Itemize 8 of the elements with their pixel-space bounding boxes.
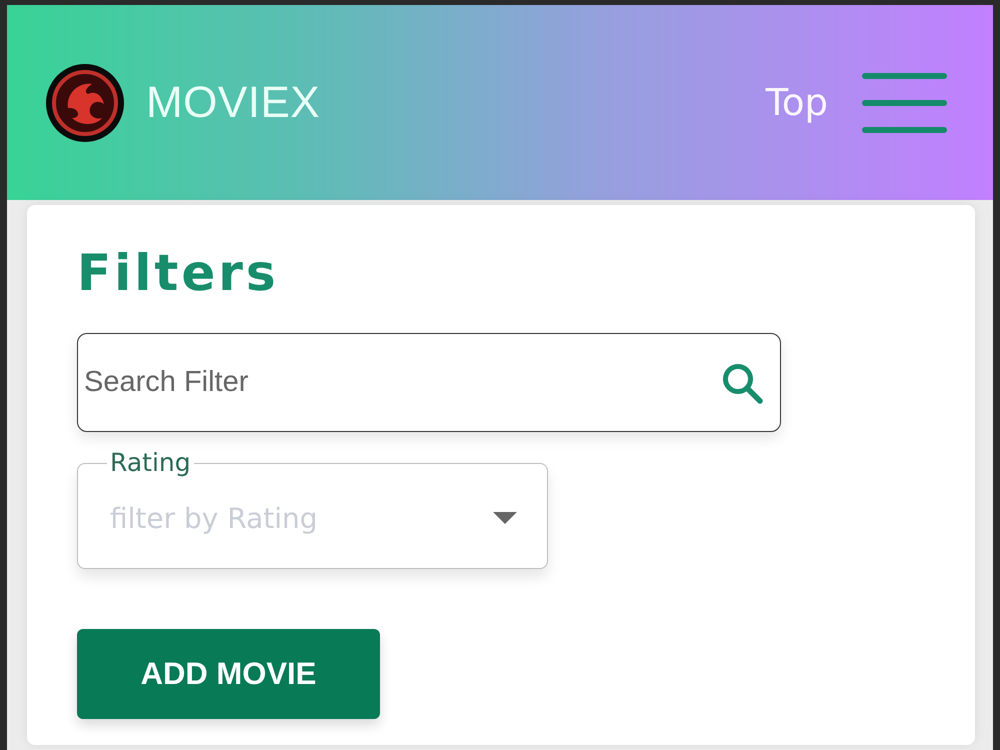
search-field[interactable]: Search Filter — [77, 333, 781, 432]
logo-icon — [46, 64, 124, 142]
menu-icon — [862, 72, 947, 134]
search-icon[interactable] — [721, 362, 763, 404]
caret-icon — [493, 512, 517, 524]
filters-title: Filters — [77, 243, 279, 304]
brand-name: MOVIEX — [146, 78, 320, 128]
add-movie-button[interactable]: ADD MOVIE — [77, 629, 380, 719]
